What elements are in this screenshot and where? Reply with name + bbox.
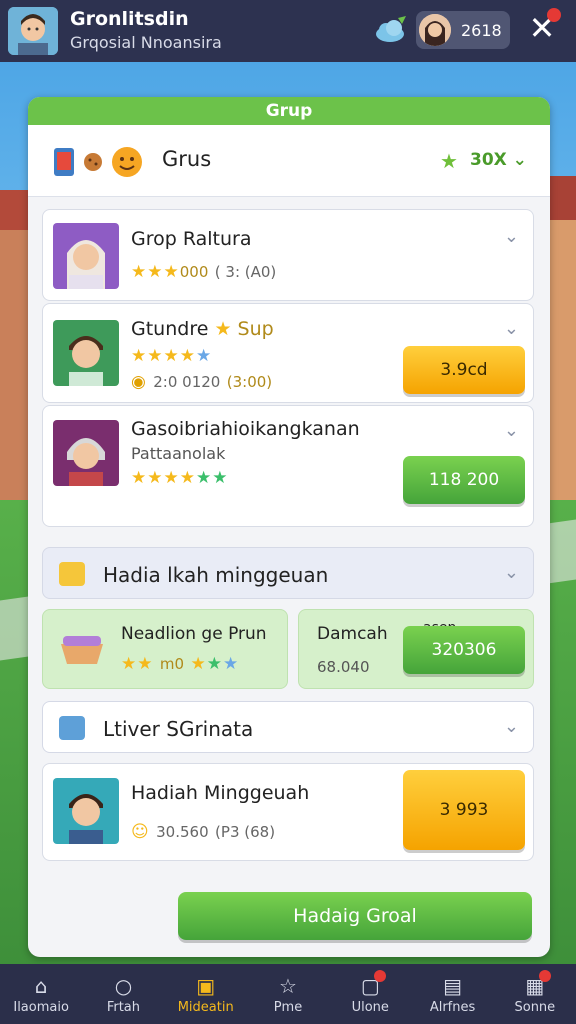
house-icon <box>59 562 85 586</box>
weekly-right-value: 68.040 <box>317 658 370 676</box>
panel-header: Grup <box>28 97 550 125</box>
reward-title: Hadiah Minggeuah <box>131 782 310 804</box>
weekly-left-rating: ★★ m0 ★★★ <box>121 654 240 674</box>
game-subtitle: Grqosial Nnoansira <box>70 33 222 52</box>
weekly-claim-button[interactable]: 320306 <box>403 626 525 674</box>
group-panel: Grup Grus ★ 30X ⌄ Grop Raltura ★★★000 (… <box>28 97 550 957</box>
nav-item-chat[interactable]: ▢ Ulone <box>329 964 411 1024</box>
member-rating: ★★★000 ( 3: (A0) <box>131 262 277 282</box>
member-card[interactable]: Gasoibriahioikangkanan Pattaanolak ★★★★★… <box>42 405 534 527</box>
group-goal-button[interactable]: Hadaig Groal <box>178 892 532 940</box>
notification-dot <box>547 8 561 22</box>
trophy-icon: ▣ <box>196 974 216 998</box>
chevron-down-icon[interactable]: ⌄ <box>504 562 519 583</box>
smiley-icon <box>112 147 142 177</box>
currency-value: 2618 <box>461 20 502 40</box>
image-icon: ▤ <box>443 974 462 998</box>
top-bar: Gronlitsdin Grqosial Nnoansira 2618 ✕ <box>0 0 576 62</box>
chevron-down-icon[interactable]: ⌄ <box>504 420 519 441</box>
weekly-card-right[interactable]: Damcah asen 68.040 320306 <box>298 609 534 689</box>
panel-icons <box>52 145 144 179</box>
chevron-down-icon[interactable]: ⌄ <box>504 318 519 339</box>
group-count[interactable]: 30X ⌄ <box>470 150 527 170</box>
notification-badge <box>538 970 551 982</box>
weekly-card-left[interactable]: Neadlion ge Prun ★★ m0 ★★★ <box>42 609 288 689</box>
game-title: Gronlitsdin <box>70 8 189 30</box>
river-section[interactable]: Ltiver SGrinata ⌄ <box>42 701 534 753</box>
nav-item-gallery[interactable]: ▤ Alrfnes <box>411 964 493 1024</box>
member-subtitle: Pattaanolak <box>131 444 226 463</box>
member-portrait-icon <box>53 320 119 386</box>
member-score: ◉ 2:0 0120 (3:00) <box>131 372 273 392</box>
member-name: Gasoibriahioikangkanan <box>131 418 360 440</box>
section-title: Hadia lkah minggeuan <box>103 563 329 587</box>
panel-title: Grus <box>162 147 212 171</box>
member-rating: ★★★★★★ <box>131 468 229 488</box>
member-card[interactable]: Gtundre ★ Sup ★★★★★ ◉ 2:0 0120 (3:00) ⌄ … <box>42 303 534 403</box>
reward-card[interactable]: Hadiah Minggeuah ☺ 30.560 (P3 (68) 3 993 <box>42 763 534 861</box>
member-card[interactable]: Grop Raltura ★★★000 ( 3: (A0) ⌄ <box>42 209 534 301</box>
profile-avatar-icon <box>419 14 451 46</box>
basket-icon <box>61 636 103 664</box>
weekly-right-title: Damcah <box>317 624 388 644</box>
member-rating: ★★★★★ <box>131 346 213 366</box>
cookie-icon <box>84 153 102 171</box>
member-name: Grop Raltura <box>131 228 252 250</box>
home-icon: ⌂ <box>34 974 48 998</box>
member-action-button[interactable]: 118 200 <box>403 456 525 504</box>
phone-icon <box>54 148 74 176</box>
reward-claim-button[interactable]: 3 993 <box>403 770 525 850</box>
nav-item-shop[interactable]: ▦ Sonne <box>494 964 576 1024</box>
reward-value: ☺ 30.560 (P3 (68) <box>131 822 276 842</box>
nav-item-star[interactable]: ☆ Pme <box>247 964 329 1024</box>
nav-item-trophy[interactable]: ▣ Mideatin <box>165 964 247 1024</box>
weekly-reward-section[interactable]: Hadia lkah minggeuan ⌄ <box>42 547 534 599</box>
member-name: Gtundre ★ Sup <box>131 318 274 340</box>
player-avatar[interactable] <box>8 7 58 55</box>
bottom-nav: ⌂ Ilaomaio ○ Frtah ▣ Mideatin ☆ Pme ▢ Ul… <box>0 964 576 1024</box>
weekly-left-title: Neadlion ge Prun <box>121 624 267 644</box>
search-icon: ○ <box>114 974 133 998</box>
nav-item-search[interactable]: ○ Frtah <box>82 964 164 1024</box>
avatar-face-icon <box>8 7 58 55</box>
reward-portrait-icon <box>53 778 119 844</box>
section-title: Ltiver SGrinata <box>103 717 254 741</box>
briefcase-icon <box>59 716 85 740</box>
star-icon: ★ <box>440 149 458 173</box>
member-portrait-icon <box>53 223 119 289</box>
currency-pill[interactable]: 2618 <box>416 11 510 49</box>
member-portrait-icon <box>53 420 119 486</box>
nav-item-home[interactable]: ⌂ Ilaomaio <box>0 964 82 1024</box>
chevron-down-icon[interactable]: ⌄ <box>504 226 519 247</box>
member-action-button[interactable]: 3.9cd <box>403 346 525 394</box>
cloud-icon[interactable] <box>372 14 408 44</box>
chevron-down-icon[interactable]: ⌄ <box>504 716 519 737</box>
notification-badge <box>374 970 387 982</box>
panel-title-bar: Grus ★ 30X ⌄ <box>28 125 550 197</box>
star-icon: ☆ <box>279 974 297 998</box>
